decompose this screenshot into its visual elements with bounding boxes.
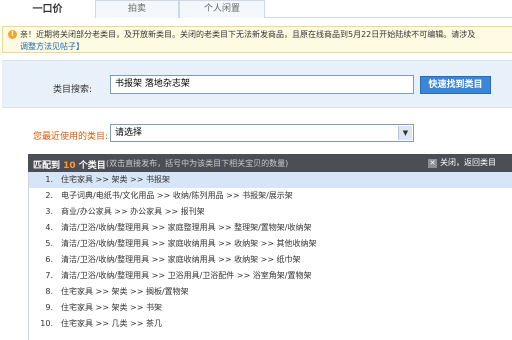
close-icon: ✕ [428,159,437,168]
results-list: 1. 住宅家具 >> 架类 >> 书报架 2. 电子词典/电纸书/文化用品 >> 收… [28,172,512,340]
notice-text: 亲！近期将关闭部分老类目，及开放新类目。关闭的老类目下无法新发商品，且原在线商品… [20,30,476,39]
list-item[interactable]: 2. 电子词典/电纸书/文化用品 >> 收纳/陈列用品 >> 书报架/展示架 [29,188,512,204]
list-item[interactable]: 1. 住宅家具 >> 架类 >> 书报架 [29,172,512,188]
notice-bar: ! 亲！近期将关闭部分老类目，及开放新类目。关闭的老类目下无法新发商品，且原在线… [2,26,512,53]
results-count-text: 匹配到 10 个类目 [33,158,106,171]
notice-link[interactable]: 调整方法见帖子】 [20,41,84,52]
search-label: 类目搜索: [53,85,93,95]
recent-category-value: 请选择 [115,128,143,138]
results-hint: (双击直接发布，括号中为该类目下相关宝贝的数量) [106,159,289,168]
find-category-button[interactable]: 快速找到类目 [420,76,491,94]
close-results-button[interactable]: ✕ 关闭，返回类目 [428,157,496,168]
list-item[interactable]: 3. 商业/办公家具 >> 办公家具 >> 报刊架 [29,204,512,220]
list-item[interactable]: 7. 清洁/卫浴/收纳/整理用具 >> 卫浴用具/卫浴配件 >> 浴室角架/置物架 [29,268,512,284]
category-search-input[interactable]: 书报架 落地杂志架 [110,75,414,94]
list-item[interactable]: 8. 住宅家具 >> 架类 >> 搁板/置物架 [29,284,512,300]
chevron-down-icon[interactable]: ▼ [398,126,412,140]
close-results-label: 关闭，返回类目 [440,158,496,167]
tab-fixed-price[interactable]: 一口价 [0,0,95,19]
category-tabs: 一口价 拍卖 个人闲置 [0,0,512,19]
tab-personal-idle[interactable]: 个人闲置 [179,0,265,18]
results-prefix: 匹配到 [33,161,64,171]
recent-category-label: 您最近使用的类目: [33,132,109,142]
list-item[interactable]: 5. 清洁/卫浴/收纳/整理用具 >> 家庭收纳用具 >> 收纳架 >> 其他收纳… [29,236,512,252]
list-item[interactable]: 6. 清洁/卫浴/收纳/整理用具 >> 家庭收纳用具 >> 收纳架 >> 纸巾架 [29,252,512,268]
list-item[interactable]: 4. 清洁/卫浴/收纳/整理用具 >> 家庭整理用具 >> 整理架/置物架/收纳架 [29,220,512,236]
tab-auction[interactable]: 拍卖 [95,0,179,18]
recent-category-select[interactable]: 请选择 ▼ [110,124,414,142]
list-item[interactable]: 10. 住宅家具 >> 几类 >> 茶几 [29,316,512,332]
results-suffix: 个类目 [75,161,106,171]
results-count: 10 [63,161,76,171]
warning-icon: ! [8,30,17,39]
list-item[interactable]: 9. 住宅家具 >> 架类 >> 书架 [29,300,512,316]
